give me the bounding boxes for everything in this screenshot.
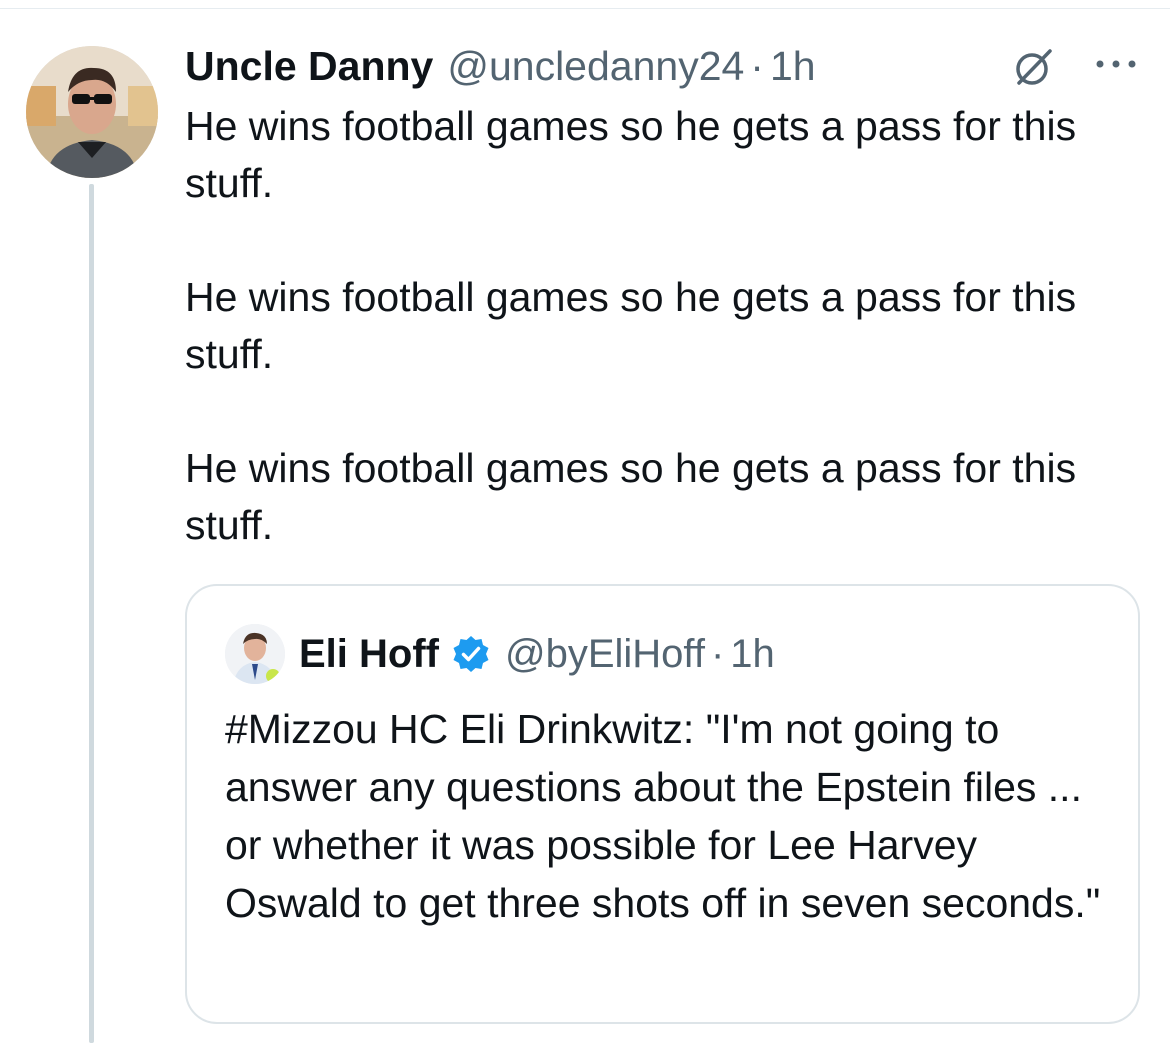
separator-dot: ·	[750, 42, 764, 89]
quote-author-avatar[interactable]	[225, 624, 285, 684]
tweet-header: Uncle Danny @uncledanny24 · 1h	[185, 40, 816, 92]
author-avatar-image	[26, 46, 158, 178]
tweet-paragraph: He wins football games so he gets a pass…	[185, 274, 1077, 377]
quote-separator-dot: ·	[710, 631, 725, 676]
more-options-icon[interactable]	[1092, 56, 1140, 72]
grok-icon[interactable]	[1012, 45, 1056, 89]
thread-line	[89, 184, 94, 1043]
tweet-text: He wins football games so he gets a pass…	[185, 98, 1105, 554]
quote-timestamp[interactable]: 1h	[730, 632, 775, 677]
tweet-paragraph: He wins football games so he gets a pass…	[185, 103, 1077, 206]
quote-author-handle[interactable]: @byEliHoff	[505, 632, 705, 677]
verified-badge-icon[interactable]	[451, 634, 491, 674]
quote-tweet-card[interactable]: Eli Hoff @byEliHoff · 1h #Mizzou HC Eli …	[185, 584, 1140, 1024]
quote-text: #Mizzou HC Eli Drinkwitz: "I'm not going…	[225, 706, 1101, 926]
tweet-timestamp[interactable]: 1h	[770, 43, 816, 90]
quote-header: Eli Hoff @byEliHoff · 1h	[299, 628, 775, 680]
top-divider	[0, 8, 1170, 9]
quote-author-avatar-image	[225, 624, 285, 684]
tweet-paragraph: He wins football games so he gets a pass…	[185, 445, 1077, 548]
author-display-name[interactable]: Uncle Danny	[185, 43, 433, 90]
author-avatar[interactable]	[26, 46, 158, 178]
quote-author-display-name[interactable]: Eli Hoff	[299, 632, 439, 677]
author-handle[interactable]: @uncledanny24	[447, 43, 744, 90]
